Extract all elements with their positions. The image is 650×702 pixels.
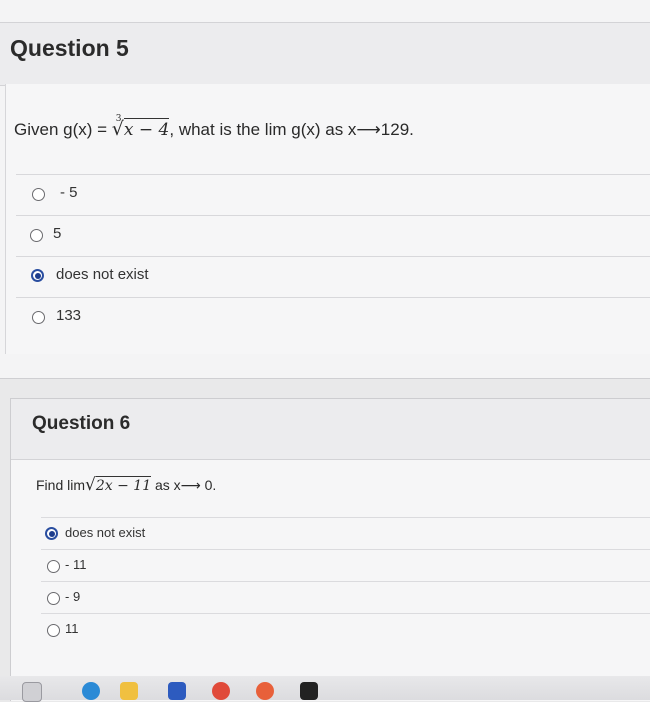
app-icon-2[interactable]	[256, 682, 274, 700]
question-6-header: Question 6	[11, 399, 650, 460]
question-5-body: Given g(x) = 3 √x − 4, what is the lim g(…	[5, 84, 650, 354]
radio-button[interactable]	[32, 311, 45, 324]
square-root: √2x − 11	[85, 475, 152, 495]
radio-button[interactable]	[30, 229, 43, 242]
question-5-prompt-after: , what is the lim g(x) as x⟶129.	[169, 120, 414, 139]
radio-button-selected[interactable]	[31, 269, 44, 282]
question-5-panel: Question 5 Given g(x) = 3 √x − 4, what is…	[0, 0, 650, 379]
answer-option[interactable]: does not exist	[16, 256, 650, 295]
answer-label: does not exist	[56, 266, 149, 283]
answer-label: 11	[65, 621, 79, 636]
question-5-header: Question 5	[0, 22, 650, 86]
radio-button[interactable]	[47, 592, 60, 605]
answer-option[interactable]: 11	[41, 613, 650, 644]
teams-icon[interactable]	[168, 682, 186, 700]
answer-option[interactable]: - 5	[16, 174, 650, 213]
calendar-icon[interactable]	[22, 682, 42, 702]
answer-label: 5	[53, 225, 62, 242]
app-icon-3[interactable]	[300, 682, 318, 700]
answer-label: - 9	[65, 589, 81, 604]
answer-label: - 11	[65, 557, 87, 572]
radio-button[interactable]	[47, 624, 60, 637]
question-5-title: Question 5	[10, 35, 129, 61]
question-6-panel: Question 6 Find lim√2x − 11 as x⟶ 0. doe…	[10, 398, 650, 701]
answer-option[interactable]: - 11	[41, 549, 650, 580]
answer-option[interactable]: 5	[16, 215, 650, 254]
radio-button[interactable]	[47, 560, 60, 573]
radical-sign: √	[85, 475, 96, 495]
question-6-prompt-after: as x⟶ 0.	[151, 477, 217, 493]
answer-option[interactable]: - 9	[41, 581, 650, 612]
question-6-prompt: Find lim√2x − 11 as x⟶ 0.	[36, 475, 216, 495]
question-6-title: Question 6	[32, 413, 131, 434]
answer-label: - 5	[60, 184, 78, 201]
question-5-prompt-before: Given g(x) =	[14, 120, 112, 139]
cube-root: 3 √x − 4	[112, 114, 170, 140]
radio-button[interactable]	[32, 188, 45, 201]
app-icon[interactable]	[212, 682, 230, 700]
notes-icon[interactable]	[120, 682, 138, 700]
radio-button-selected[interactable]	[45, 527, 58, 540]
question-6-prompt-before: Find lim	[36, 477, 86, 493]
question-5-radicand: x − 4	[123, 118, 170, 140]
question-5-prompt: Given g(x) = 3 √x − 4, what is the lim g(…	[14, 114, 414, 140]
question-6-radicand: 2x − 11	[95, 476, 152, 494]
taskbar-dock	[0, 676, 650, 702]
root-index: 3	[115, 114, 122, 124]
answer-option[interactable]: does not exist	[41, 517, 650, 548]
answer-option[interactable]: 133	[16, 297, 650, 336]
answer-label: does not exist	[65, 525, 146, 540]
answer-label: 133	[56, 307, 82, 324]
edge-icon[interactable]	[82, 682, 100, 700]
